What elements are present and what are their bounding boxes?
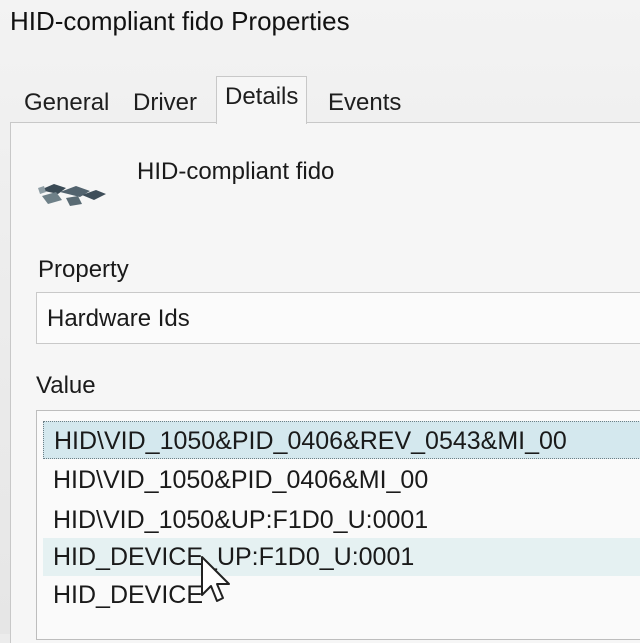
device-name: HID-compliant fido bbox=[137, 158, 335, 185]
tab-driver[interactable]: Driver bbox=[125, 84, 205, 122]
value-label: Value bbox=[36, 372, 96, 399]
tab-bar: General Driver Details Events bbox=[10, 76, 640, 124]
tab-details[interactable]: Details bbox=[216, 76, 308, 124]
list-item[interactable]: HID_DEVICE bbox=[43, 576, 640, 614]
list-item[interactable]: HID\VID_1050&PID_0406&REV_0543&MI_00 bbox=[43, 421, 640, 459]
property-selected-value: Hardware Ids bbox=[47, 305, 190, 332]
window-title: HID-compliant fido Properties bbox=[10, 6, 350, 36]
list-item[interactable]: HID\VID_1050&PID_0406&MI_00 bbox=[43, 461, 640, 499]
list-item[interactable]: HID_DEVICE_UP:F1D0_U:0001 bbox=[43, 538, 640, 576]
property-dropdown[interactable]: Hardware Ids bbox=[36, 292, 640, 344]
property-label: Property bbox=[38, 256, 129, 283]
list-item[interactable]: HID\VID_1050&UP:F1D0_U:0001 bbox=[43, 501, 640, 539]
tab-general[interactable]: General bbox=[16, 84, 117, 122]
properties-window: HID-compliant fido Properties General Dr… bbox=[0, 0, 640, 643]
hid-device-icon bbox=[38, 184, 106, 206]
tab-events[interactable]: Events bbox=[320, 84, 409, 122]
mouse-cursor-icon bbox=[201, 556, 230, 602]
value-list[interactable]: HID\VID_1050&PID_0406&REV_0543&MI_00 HID… bbox=[36, 410, 640, 640]
